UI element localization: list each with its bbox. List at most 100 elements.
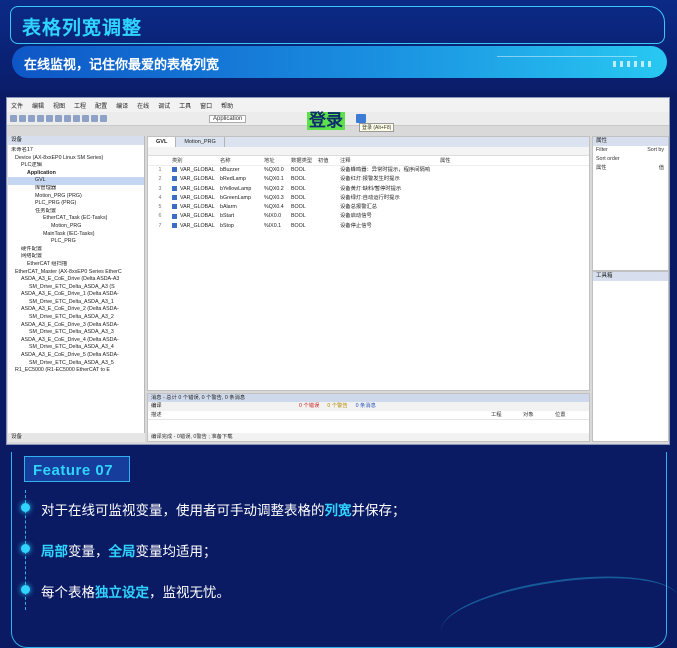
tree-item-network-config[interactable]: 网络配置: [8, 253, 144, 261]
tree-item-plc-logic[interactable]: PLC逻辑: [8, 162, 144, 170]
menu-build[interactable]: 编译: [116, 101, 128, 110]
table-row[interactable]: 1 VAR_GLOBAL bBuzzer %QX0.0 BOOL 设备蜂鸣器：异…: [148, 166, 589, 175]
row-category: VAR_GLOBAL: [180, 222, 215, 229]
redo-icon[interactable]: [55, 115, 62, 122]
tree-item-drive-1[interactable]: ASDA_A3_E_CoE_Drive_1 (Delta ASDA-: [8, 291, 144, 299]
row-address: %IX0.0: [264, 213, 282, 220]
tree-item-drive-4[interactable]: ASDA_A3_E_CoE_Drive_4 (Delta ASDA-: [8, 337, 144, 345]
prop-col-name: 属性: [596, 165, 607, 171]
banner-decoration-dots: [613, 61, 653, 67]
col-header-description[interactable]: 描述: [151, 411, 491, 419]
tree-item-ethercat-master[interactable]: EtherCAT_Master (AX-8xxEP0 Series EtherC: [8, 269, 144, 277]
login-icon[interactable]: [356, 114, 366, 123]
print-icon[interactable]: [37, 115, 44, 122]
tree-item-drive-0[interactable]: ASDA_A3_E_CoE_Drive (Delta ASDA-A3: [8, 276, 144, 284]
menu-tools[interactable]: 工具: [179, 101, 191, 110]
active-application-select[interactable]: Application: [209, 114, 247, 123]
tree-item-plc-prg[interactable]: PLC_PRG (PRG): [8, 200, 144, 208]
page-subtitle: 在线监视，记住你最爱的表格列宽: [24, 57, 220, 72]
tree-item-library-manager[interactable]: 库管理器: [8, 185, 144, 193]
menu-file[interactable]: 文件: [11, 101, 23, 110]
tree-item-drive-5[interactable]: ASDA_A3_E_CoE_Drive_5 (Delta ASDA-: [8, 352, 144, 360]
tree-item-sm-drive-5[interactable]: SM_Drive_ETC_Delta_ASDA_A3_5: [8, 360, 144, 368]
row-datatype: BOOL: [291, 222, 306, 229]
tree-item-sm-drive-1[interactable]: SM_Drive_ETC_Delta_ASDA_A3_1: [8, 299, 144, 307]
tree-item-gvl[interactable]: GVL: [8, 177, 144, 185]
menu-edit[interactable]: 编辑: [32, 101, 44, 110]
save-icon[interactable]: [28, 115, 35, 122]
table-row[interactable]: 6 VAR_GLOBAL bStart %IX0.0 BOOL 设备启动信号: [148, 212, 589, 221]
menu-config[interactable]: 配置: [95, 101, 107, 110]
variable-table-header: 类别 名称 地址 数据类型 初值 注释 属性: [148, 156, 589, 166]
tree-item-r1-ec5000[interactable]: R1_EC5000 (R1-EC5000 EtherCAT to E: [8, 367, 144, 375]
message-source-select[interactable]: 编译: [151, 402, 291, 411]
tree-item-task-config[interactable]: 任务配置: [8, 208, 144, 216]
menu-online[interactable]: 在线: [137, 101, 149, 110]
col-header-project[interactable]: 工程: [491, 411, 523, 419]
col-header-datatype[interactable]: 数据类型: [291, 156, 318, 165]
find-icon[interactable]: [91, 115, 98, 122]
open-icon[interactable]: [19, 115, 26, 122]
tree-item-project[interactable]: 未命名17: [8, 147, 144, 155]
table-row[interactable]: 5 VAR_GLOBAL bAlarm %QX0.4 BOOL 设备总报警汇总: [148, 203, 589, 212]
info-filter-button[interactable]: 0 条消息: [356, 402, 376, 411]
sort-by-button[interactable]: Sort by: [647, 146, 664, 155]
tab-gvl[interactable]: GVL: [148, 137, 177, 147]
menu-view[interactable]: 视图: [53, 101, 65, 110]
new-file-icon[interactable]: [10, 115, 17, 122]
menu-debug[interactable]: 调试: [158, 101, 170, 110]
tree-item-sm-drive-4[interactable]: SM_Drive_ETC_Delta_ASDA_A3_4: [8, 344, 144, 352]
col-header-object[interactable]: 对象: [523, 411, 555, 419]
tree-item-hardware-config[interactable]: 硬件配置: [8, 246, 144, 254]
col-header-position[interactable]: 位置: [555, 411, 585, 419]
tree-item-ethercat-task[interactable]: EtherCAT_Task (EC-Tasks): [8, 215, 144, 223]
table-row[interactable]: 2 VAR_GLOBAL bRedLamp %QX0.1 BOOL 设备红灯:报…: [148, 175, 589, 184]
sort-order-button[interactable]: Sort order: [596, 155, 620, 164]
paste-icon[interactable]: [82, 115, 89, 122]
error-filter-button[interactable]: 0 个错误: [299, 402, 319, 411]
table-row[interactable]: 4 VAR_GLOBAL bGreenLamp %QX0.3 BOOL 设备绿灯…: [148, 194, 589, 203]
tree-item-task-plc-prg[interactable]: PLC_PRG: [8, 238, 144, 246]
copy-icon[interactable]: [73, 115, 80, 122]
login-button[interactable]: 登录: [307, 112, 345, 130]
devices-footer-tab[interactable]: 设备: [8, 433, 145, 442]
row-name: bStop: [220, 222, 234, 229]
menu-project[interactable]: 工程: [74, 101, 86, 110]
tree-item-device[interactable]: Device (AX-8xxEP0 Linux SM Series): [8, 155, 144, 163]
row-category: VAR_GLOBAL: [180, 194, 215, 201]
col-header-comment[interactable]: 注释: [340, 156, 440, 165]
col-header-attribute[interactable]: 属性: [440, 156, 480, 165]
variable-icon: [172, 213, 177, 219]
col-header-name[interactable]: 名称: [220, 156, 264, 165]
ide-screenshot: 文件 编辑 视图 工程 配置 编译 在线 调试 工具 窗口 帮助 Applica…: [6, 97, 670, 445]
tree-item-drive-2[interactable]: ASDA_A3_E_CoE_Drive_2 (Delta ASDA-: [8, 306, 144, 314]
tree-item-sm-drive-3[interactable]: SM_Drive_ETC_Delta_ASDA_A3_3: [8, 329, 144, 337]
menu-window[interactable]: 窗口: [200, 101, 212, 110]
tree-item-application[interactable]: Application: [8, 170, 144, 178]
tree-item-ethercat-scan[interactable]: EtherCAT 组扫描: [8, 261, 144, 269]
bullet-2-accent-local: 局部: [41, 544, 68, 559]
tree-item-drive-3[interactable]: ASDA_A3_E_CoE_Drive_3 (Delta ASDA-: [8, 322, 144, 330]
tree-item-motion-prg[interactable]: Motion_PRG (PRG): [8, 193, 144, 201]
build-icon[interactable]: [100, 115, 107, 122]
menu-help[interactable]: 帮助: [221, 101, 233, 110]
tree-item-sm-drive-0[interactable]: SM_Drive_ETC_Delta_ASDA_A3 (S: [8, 284, 144, 292]
col-header-address[interactable]: 地址: [264, 156, 291, 165]
cut-icon[interactable]: [64, 115, 71, 122]
tree-item-sm-drive-2[interactable]: SM_Drive_ETC_Delta_ASDA_A3_2: [8, 314, 144, 322]
variable-icon: [172, 204, 177, 210]
tree-item-task-motion-prg[interactable]: Motion_PRG: [8, 223, 144, 231]
row-address: %IX0.1: [264, 222, 282, 229]
tab-motion-prg[interactable]: Motion_PRG: [176, 137, 225, 147]
row-address: %QX0.4: [264, 204, 284, 211]
filter-button[interactable]: Filter: [596, 146, 608, 155]
table-row[interactable]: 7 VAR_GLOBAL bStop %IX0.1 BOOL 设备停止信号: [148, 222, 589, 231]
table-row[interactable]: 3 VAR_GLOBAL bYellowLamp %QX0.2 BOOL 设备黄…: [148, 185, 589, 194]
undo-icon[interactable]: [46, 115, 53, 122]
row-comment: 设备蜂鸣器：异常时提示，程序间隔响: [340, 167, 431, 173]
col-header-category[interactable]: 类别: [172, 156, 220, 165]
tree-item-main-task[interactable]: MainTask (IEC-Tasks): [8, 231, 144, 239]
col-header-init[interactable]: 初值: [318, 156, 340, 165]
feature-bullet-2: 局部变量，全局变量均适用；: [41, 540, 217, 560]
warning-filter-button[interactable]: 0 个警告: [327, 402, 347, 411]
